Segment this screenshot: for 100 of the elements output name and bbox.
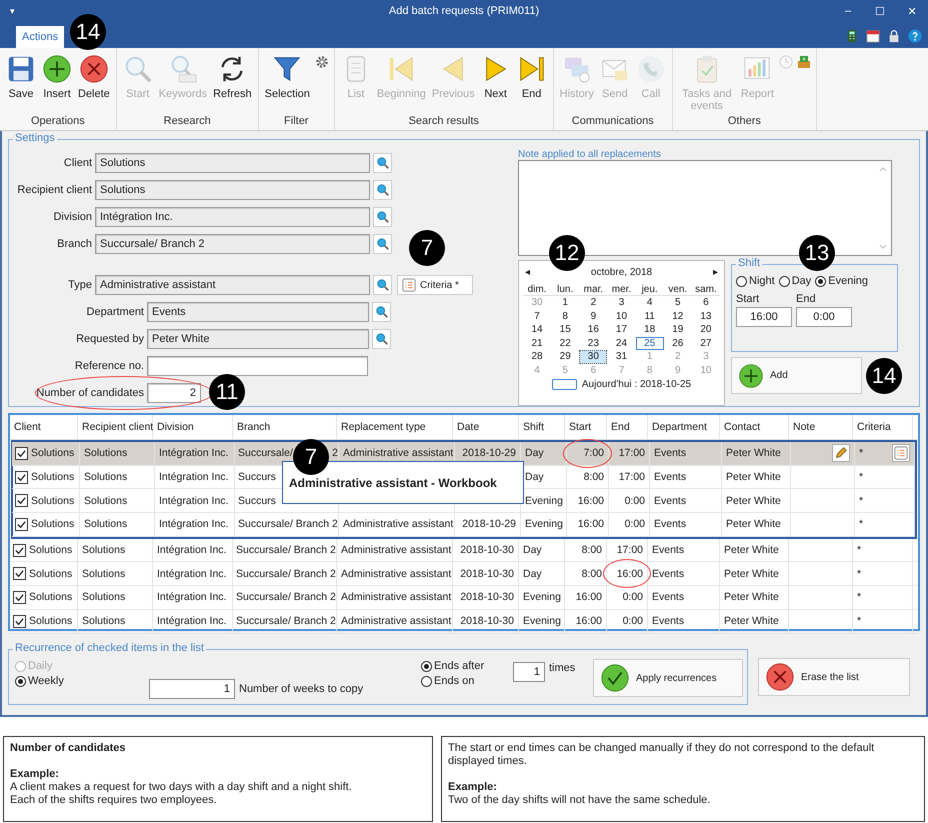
window-control[interactable]: ☐: [864, 4, 896, 18]
calendar-day[interactable]: 7: [523, 310, 552, 323]
calendar-day[interactable]: 16: [579, 323, 608, 336]
input-field[interactable]: 2: [147, 383, 201, 403]
calculator-icon[interactable]: [845, 29, 859, 43]
calendar-day[interactable]: 20: [692, 323, 720, 336]
checkbox[interactable]: [15, 494, 28, 508]
column-header[interactable]: Client: [10, 415, 78, 439]
today-label[interactable]: Aujourd'hui : 2018-10-25: [582, 379, 692, 390]
radio-button[interactable]: Ends on: [421, 675, 513, 687]
checkbox[interactable]: [15, 470, 28, 484]
checkbox[interactable]: [13, 590, 26, 604]
window-menu-button[interactable]: ▾: [0, 6, 25, 16]
input-field[interactable]: Events: [147, 302, 369, 322]
radio-button[interactable]: Ends after: [421, 660, 513, 672]
column-header[interactable]: Contact: [720, 415, 789, 439]
calendar-day[interactable]: 12: [664, 310, 692, 323]
criteria-button[interactable]: Criteria *: [397, 275, 473, 295]
calendar-day[interactable]: 14: [523, 323, 552, 336]
calendar-day[interactable]: 1: [551, 296, 580, 310]
column-header[interactable]: Date: [453, 415, 519, 439]
calendar-day[interactable]: 13: [692, 310, 720, 323]
calendar-day[interactable]: 15: [551, 323, 580, 336]
calendar-icon[interactable]: [866, 29, 880, 43]
search-button[interactable]: [373, 234, 392, 254]
calendar-day[interactable]: 11: [636, 310, 664, 323]
radio-button[interactable]: Night: [736, 275, 775, 287]
calendar-day[interactable]: 10: [607, 310, 636, 323]
checkbox[interactable]: [13, 614, 26, 628]
calendar-day[interactable]: 31: [607, 350, 636, 364]
calendar-day[interactable]: 28: [523, 350, 552, 364]
column-header[interactable]: Recipient client: [78, 415, 153, 439]
input-field[interactable]: 16:00: [736, 307, 792, 327]
input-field[interactable]: 1: [513, 662, 545, 682]
search-button[interactable]: [372, 302, 391, 322]
column-header[interactable]: Replacement type: [337, 415, 453, 439]
add-button[interactable]: Add: [731, 357, 862, 394]
checkbox[interactable]: [13, 544, 26, 557]
checkbox[interactable]: [15, 446, 28, 460]
criteria-button[interactable]: [892, 444, 910, 462]
toolbar-button[interactable]: [314, 54, 330, 70]
ribbon-tab[interactable]: Actions: [16, 26, 64, 48]
calendar-day[interactable]: 8: [551, 310, 580, 323]
calendar-day[interactable]: 2: [579, 296, 608, 310]
calendar-day[interactable]: 5: [664, 296, 692, 310]
radio-button[interactable]: Weekly: [15, 675, 149, 687]
input-field[interactable]: Solutions: [95, 153, 370, 173]
calendar-day[interactable]: 25: [636, 336, 664, 350]
column-header[interactable]: End: [607, 415, 648, 439]
checkbox[interactable]: [15, 518, 28, 531]
calendar-day[interactable]: 4: [636, 296, 664, 310]
search-button[interactable]: [372, 329, 391, 349]
next-month-button[interactable]: ▸: [712, 266, 718, 278]
column-header[interactable]: Shift: [519, 415, 565, 439]
lock-icon[interactable]: [887, 29, 901, 43]
calendar-day[interactable]: 18: [636, 323, 664, 336]
calendar-day[interactable]: 24: [607, 336, 636, 350]
window-control[interactable]: ✕: [896, 4, 928, 18]
calendar-day[interactable]: 19: [664, 323, 692, 336]
previous-month-button[interactable]: ◂: [525, 266, 530, 278]
calendar-day[interactable]: 26: [664, 336, 692, 350]
calendar-day[interactable]: 21: [523, 336, 552, 350]
toolbar-button[interactable]: Selection: [262, 54, 312, 100]
toolbar-button[interactable]: Refresh: [211, 54, 254, 100]
input-field[interactable]: 0:00: [796, 307, 852, 327]
help-icon[interactable]: [908, 29, 922, 43]
search-button[interactable]: [373, 207, 392, 227]
calendar-day[interactable]: 27: [692, 336, 720, 350]
toolbar-button[interactable]: End: [514, 54, 549, 100]
search-button[interactable]: [373, 180, 392, 200]
calendar-day[interactable]: 22: [551, 336, 580, 350]
column-header[interactable]: Criteria: [853, 415, 913, 439]
search-button[interactable]: [373, 153, 392, 173]
toolbar-button[interactable]: Insert: [40, 54, 74, 100]
column-header[interactable]: Division: [153, 415, 233, 439]
apply-button[interactable]: Apply recurrences: [593, 659, 743, 697]
toolbar-button[interactable]: Next: [478, 54, 513, 100]
input-field[interactable]: [147, 356, 368, 376]
search-button[interactable]: [373, 275, 392, 295]
input-field[interactable]: Administrative assistant: [95, 275, 370, 295]
checkbox[interactable]: [13, 567, 26, 580]
calendar-day[interactable]: 9: [579, 310, 608, 323]
input-field[interactable]: Peter White: [147, 329, 369, 349]
calendar-day[interactable]: 6: [692, 296, 720, 310]
column-header[interactable]: Department: [648, 415, 720, 439]
input-field[interactable]: Intégration Inc.: [95, 207, 370, 227]
calendar-day[interactable]: 23: [579, 336, 608, 350]
erase-button[interactable]: Erase the list: [758, 658, 910, 696]
radio-button[interactable]: Day: [778, 275, 812, 287]
input-field[interactable]: Solutions: [95, 180, 370, 200]
calendar-day[interactable]: 30: [579, 350, 608, 364]
edit-button[interactable]: [832, 444, 850, 462]
toolbar-button[interactable]: [796, 54, 812, 70]
radio-button[interactable]: Evening: [815, 275, 868, 287]
column-header[interactable]: Note: [789, 415, 853, 439]
window-control[interactable]: –: [832, 4, 864, 18]
calendar-day[interactable]: 3: [607, 296, 636, 310]
input-field[interactable]: 1: [149, 679, 235, 699]
calendar-day[interactable]: 17: [607, 323, 636, 336]
toolbar-button[interactable]: Save: [4, 54, 38, 100]
